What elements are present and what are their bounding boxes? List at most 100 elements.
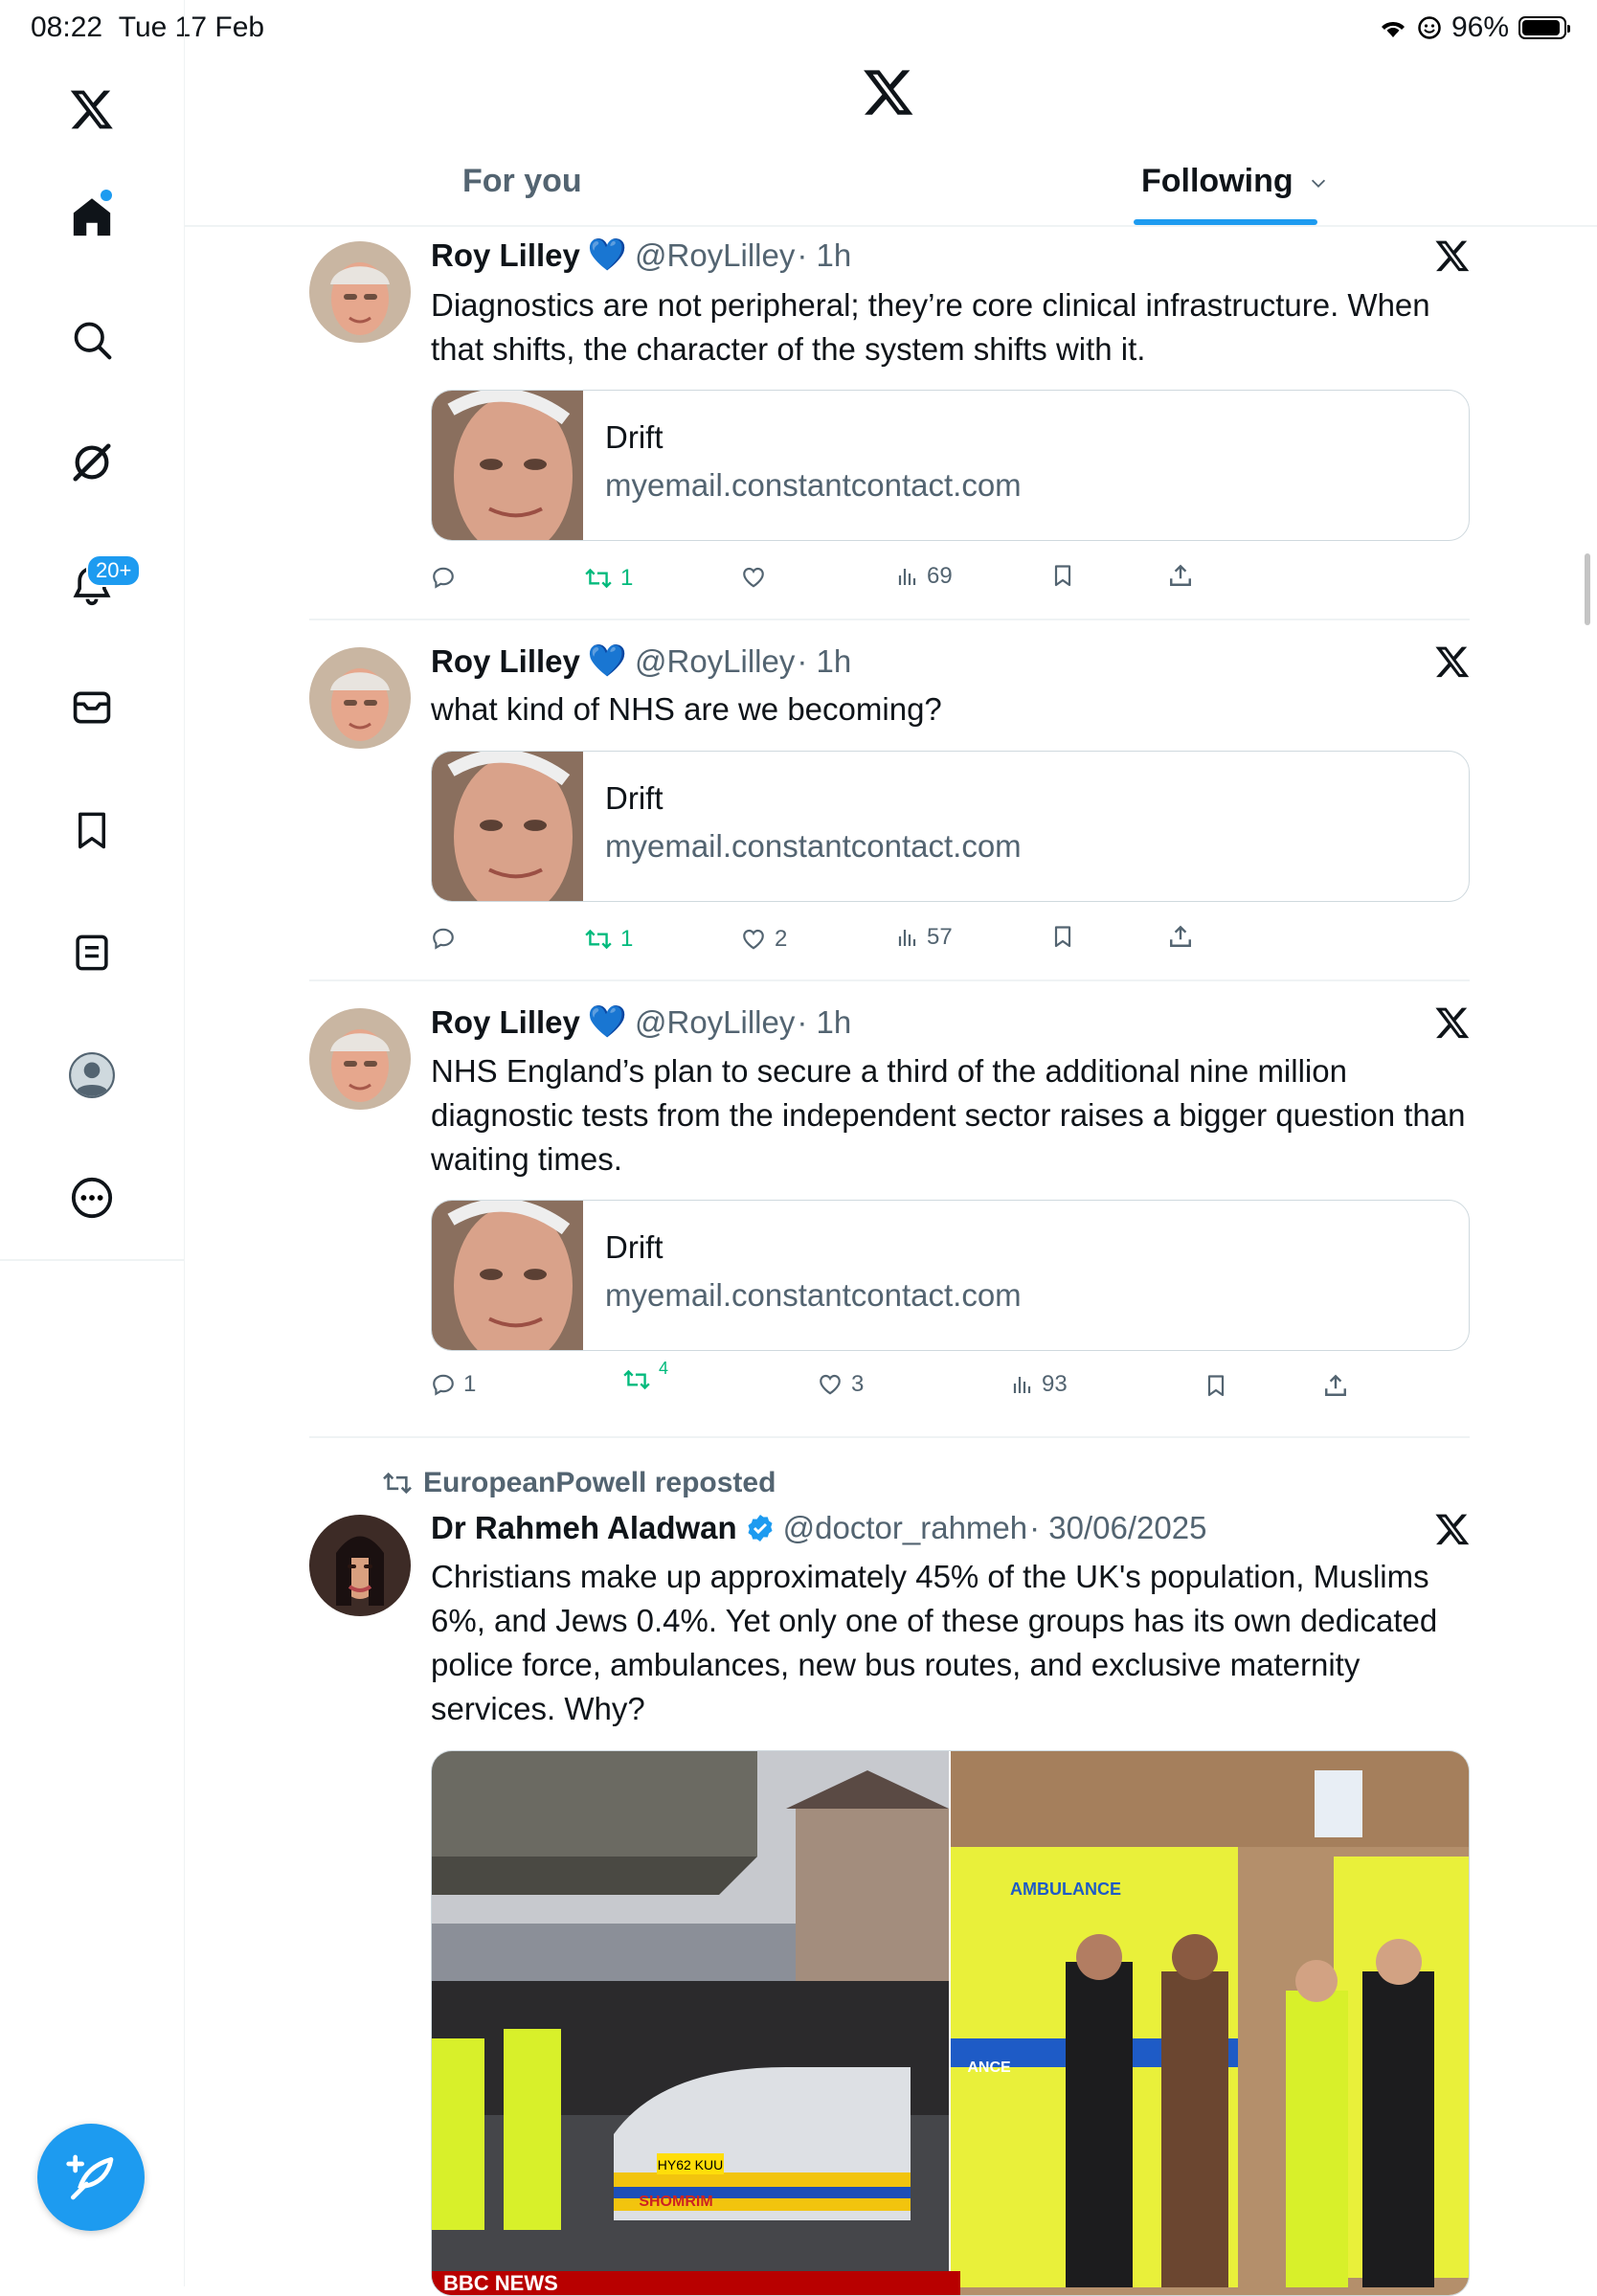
compose-post-button[interactable] [37,2124,145,2231]
tweet-author[interactable]: Roy Lilley 💙 @RoyLilley · 1h [431,642,851,680]
header-x-logo[interactable] [862,65,915,124]
media-ambulance-text: AMBULANCE [1010,1880,1121,1899]
bookmark-button[interactable] [1051,924,1074,949]
views-icon [898,930,916,946]
card-title: Drift [605,419,664,455]
share-icon [1170,564,1191,586]
list-icon [76,934,108,971]
views-button[interactable]: 57 [896,924,953,951]
sidebar-item-grok[interactable] [59,430,124,495]
x-logo-icon[interactable] [1434,1511,1471,1552]
card-title: Drift [605,1229,664,1265]
reply-button[interactable] [431,926,463,951]
sidebar-item-lists[interactable] [59,920,124,985]
avatar[interactable] [309,1008,411,1110]
sidebar-item-explore[interactable] [59,307,124,372]
reply-icon [433,928,454,950]
repost-button[interactable]: 1 [584,926,633,953]
like-button[interactable] [740,565,775,590]
home-icon [73,198,111,236]
card-domain: myemail.constantcontact.com [605,1277,1022,1313]
media-plate-text: HY62 KUU [658,2157,723,2172]
sidebar-item-home[interactable] [59,185,124,250]
tweet-handle[interactable]: @RoyLilley [635,237,795,274]
repost-icon [383,1472,412,1495]
repost-context[interactable]: EuropeanPowell reposted [381,1467,776,1499]
tab-following[interactable]: Following [1141,163,1329,200]
focus-mode-icon [1418,16,1441,39]
card-thumbnail [432,752,583,901]
views-icon [1013,1377,1031,1393]
tweet-handle[interactable]: @RoyLilley [635,643,795,680]
sidebar-item-profile[interactable] [59,1043,124,1108]
reply-button[interactable] [431,565,463,590]
tab-for-you[interactable]: For you [462,163,582,200]
tweet-text: NHS England’s plan to secure a third of … [431,1053,1466,1177]
heart-emoji: 💙 [587,236,627,272]
sidebar-item-more[interactable] [59,1165,124,1230]
x-logo-icon[interactable] [1434,643,1471,685]
tweet-author[interactable]: Roy Lilley 💙 @RoyLilley · 1h [431,236,851,274]
bookmark-icon [1207,1375,1225,1397]
bookmark-button[interactable] [1204,1373,1227,1398]
bookmark-icon [79,812,105,849]
repost-button[interactable]: 4 [622,1359,668,1392]
tweet-time: · 30/06/2025 [1029,1510,1207,1545]
share-button[interactable] [1168,924,1193,949]
wifi-icon [1381,21,1405,37]
share-button[interactable] [1323,1373,1348,1398]
avatar[interactable] [309,1515,411,1616]
sidebar-item-bookmarks[interactable] [59,798,124,863]
tweet-author[interactable]: Roy Lilley 💙 @RoyLilley · 1h [431,1003,851,1041]
heart-icon [820,1374,841,1395]
sidebar-item-messages[interactable] [59,675,124,740]
repost-icon [623,1369,650,1390]
status-bar-indicators: 96% [1379,11,1570,44]
envelope-icon [73,691,111,724]
tweet-media-grid[interactable]: HY62 KUU SHOMRIM AMBULANCE ANCE BBC NEWS [431,1750,1470,2296]
bookmark-button[interactable] [1051,563,1074,588]
chevron-down-icon [1312,179,1326,188]
verified-badge-icon [748,1515,773,1542]
avatar[interactable] [309,647,411,749]
reply-icon [433,1374,454,1396]
heart-icon [743,929,764,950]
tweet-divider [309,1436,1470,1438]
repost-button[interactable]: 1 [584,565,633,592]
card-domain: myemail.constantcontact.com [605,828,1022,864]
reply-button[interactable]: 1 [431,1371,476,1398]
tweet-handle[interactable]: @RoyLilley [635,1004,795,1041]
media-ance-text: ANCE [967,2060,1011,2076]
link-card[interactable]: Drift myemail.constantcontact.com [431,1200,1470,1351]
tweet-text: what kind of NHS are we becoming? [431,691,942,727]
home-unread-dot [101,190,112,201]
x-logo-icon[interactable] [59,77,124,142]
avatar[interactable] [309,241,411,343]
bookmark-icon [1054,926,1071,948]
tweet-time: · 1h [797,642,852,679]
tweet-author[interactable]: Dr Rahmeh Aladwan @doctor_rahmeh · 30/06/… [431,1510,1206,1546]
x-logo-icon[interactable] [1434,1004,1471,1046]
tweet-handle[interactable]: @doctor_rahmeh [783,1510,1027,1546]
scrollbar[interactable] [1585,553,1590,625]
like-button[interactable]: 2 [740,926,787,953]
tweet-time: · 1h [797,1003,852,1040]
tweet-text: Diagnostics are not peripheral; they’re … [431,287,1430,367]
x-logo-icon[interactable] [1434,237,1471,279]
like-button[interactable]: 3 [817,1371,864,1398]
media-image-right: AMBULANCE ANCE [951,1751,1469,2295]
views-icon [898,569,916,585]
link-card[interactable]: Drift myemail.constantcontact.com [431,390,1470,541]
header-divider [185,225,1597,227]
link-card[interactable]: Drift myemail.constantcontact.com [431,751,1470,902]
grok-icon [73,443,111,482]
tab-following-label: Following [1141,163,1293,199]
card-thumbnail [432,1201,583,1350]
share-icon [1170,925,1191,947]
views-button[interactable]: 69 [896,563,953,590]
sidebar-divider [0,1259,184,1261]
views-button[interactable]: 93 [1011,1371,1068,1398]
more-icon [71,1177,113,1219]
share-button[interactable] [1168,563,1193,588]
media-image-left: HY62 KUU SHOMRIM [432,1751,949,2295]
